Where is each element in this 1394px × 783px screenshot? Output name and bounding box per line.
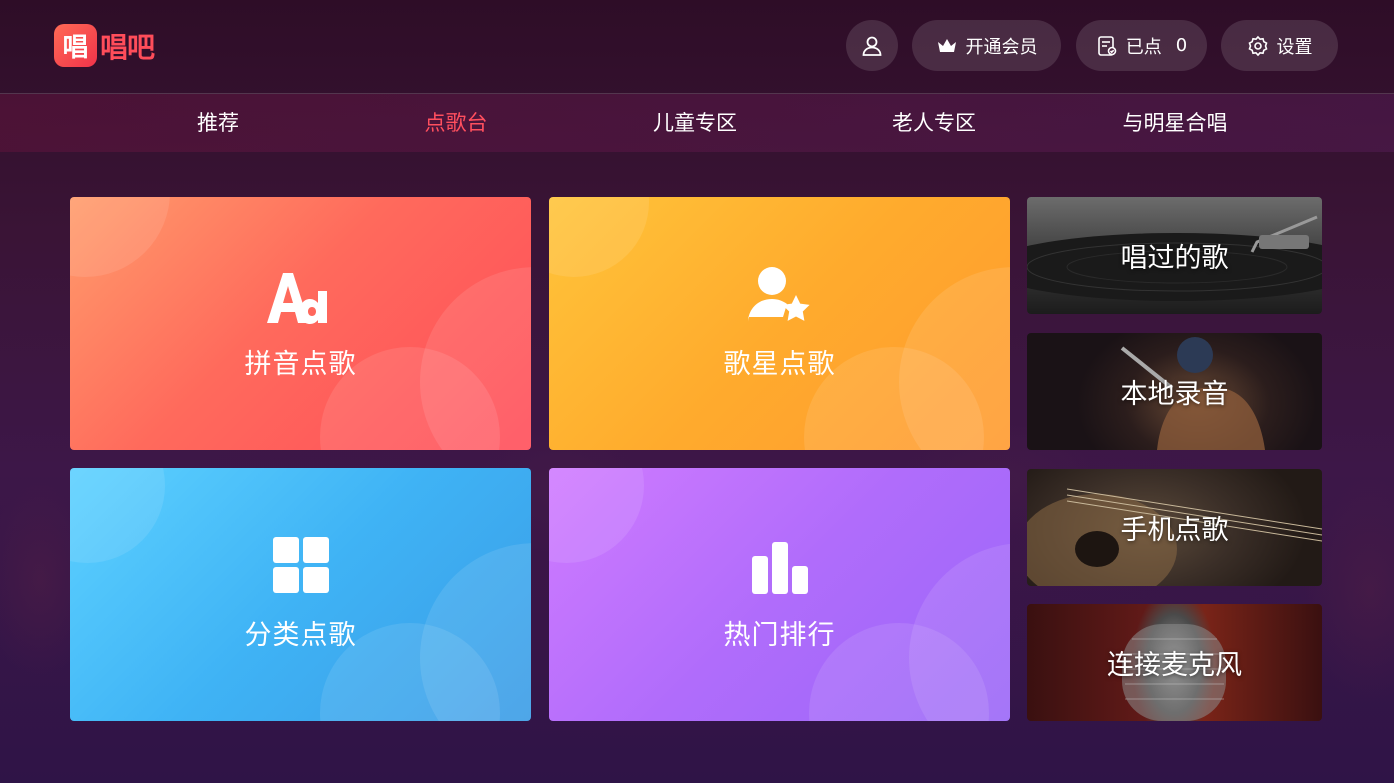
tab-song-station[interactable]: 点歌台 <box>425 94 488 152</box>
phone-request-label: 手机点歌 <box>1120 515 1229 546</box>
queue-label: 已点 <box>1125 36 1162 58</box>
vip-label: 开通会员 <box>965 36 1038 58</box>
playlist-icon <box>1097 35 1117 56</box>
phone-request-tile[interactable]: 手机点歌 <box>1027 469 1322 586</box>
singer-star-icon <box>747 267 810 323</box>
logo-text: 唱吧 <box>100 30 155 64</box>
local-recordings-tile[interactable]: 本地录音 <box>1027 333 1322 450</box>
decor-bubble <box>549 468 644 563</box>
app-logo: 唱 唱吧 <box>54 24 155 67</box>
header: 唱 唱吧 开通会员 已点 0 设置 <box>0 0 1394 93</box>
top-nav: 推荐 点歌台 儿童专区 老人专区 与明星合唱 <box>0 94 1394 152</box>
pinyin-search-label: 拼音点歌 <box>244 349 357 380</box>
category-search-card[interactable]: 分类点歌 <box>70 468 531 721</box>
singer-search-label: 歌星点歌 <box>723 349 836 380</box>
connect-mic-tile[interactable]: 连接麦克风 <box>1027 604 1322 721</box>
queue-button[interactable]: 已点 0 <box>1076 20 1207 71</box>
settings-label: 设置 <box>1276 36 1313 58</box>
user-button[interactable] <box>846 20 898 71</box>
sung-songs-tile[interactable]: 唱过的歌 <box>1027 197 1322 314</box>
sung-songs-label: 唱过的歌 <box>1120 243 1229 274</box>
tab-seniors[interactable]: 老人专区 <box>892 94 976 152</box>
local-recordings-label: 本地录音 <box>1120 379 1229 410</box>
connect-mic-label: 连接麦克风 <box>1107 650 1242 681</box>
decor-bubble <box>70 468 165 563</box>
decor-bubble <box>549 197 649 277</box>
hot-chart-card[interactable]: 热门排行 <box>549 468 1010 721</box>
tab-star-duet[interactable]: 与明星合唱 <box>1123 94 1228 152</box>
gear-icon <box>1248 35 1267 56</box>
settings-button[interactable]: 设置 <box>1221 20 1338 71</box>
grid-icon <box>272 537 329 593</box>
logo-badge: 唱 <box>54 24 97 67</box>
decor-bubble <box>70 197 170 277</box>
vip-button[interactable]: 开通会员 <box>912 20 1061 71</box>
tab-kids[interactable]: 儿童专区 <box>653 94 737 152</box>
user-icon <box>862 36 882 56</box>
category-search-label: 分类点歌 <box>244 620 357 651</box>
queue-count: 0 <box>1175 35 1188 56</box>
bar-chart-icon <box>751 542 808 594</box>
tab-recommend[interactable]: 推荐 <box>197 94 239 152</box>
crown-icon <box>937 38 956 52</box>
hot-chart-label: 热门排行 <box>723 620 836 651</box>
pinyin-search-card[interactable]: 拼音点歌 <box>70 197 531 450</box>
singer-search-card[interactable]: 歌星点歌 <box>549 197 1010 450</box>
letters-aa-icon <box>266 273 327 324</box>
